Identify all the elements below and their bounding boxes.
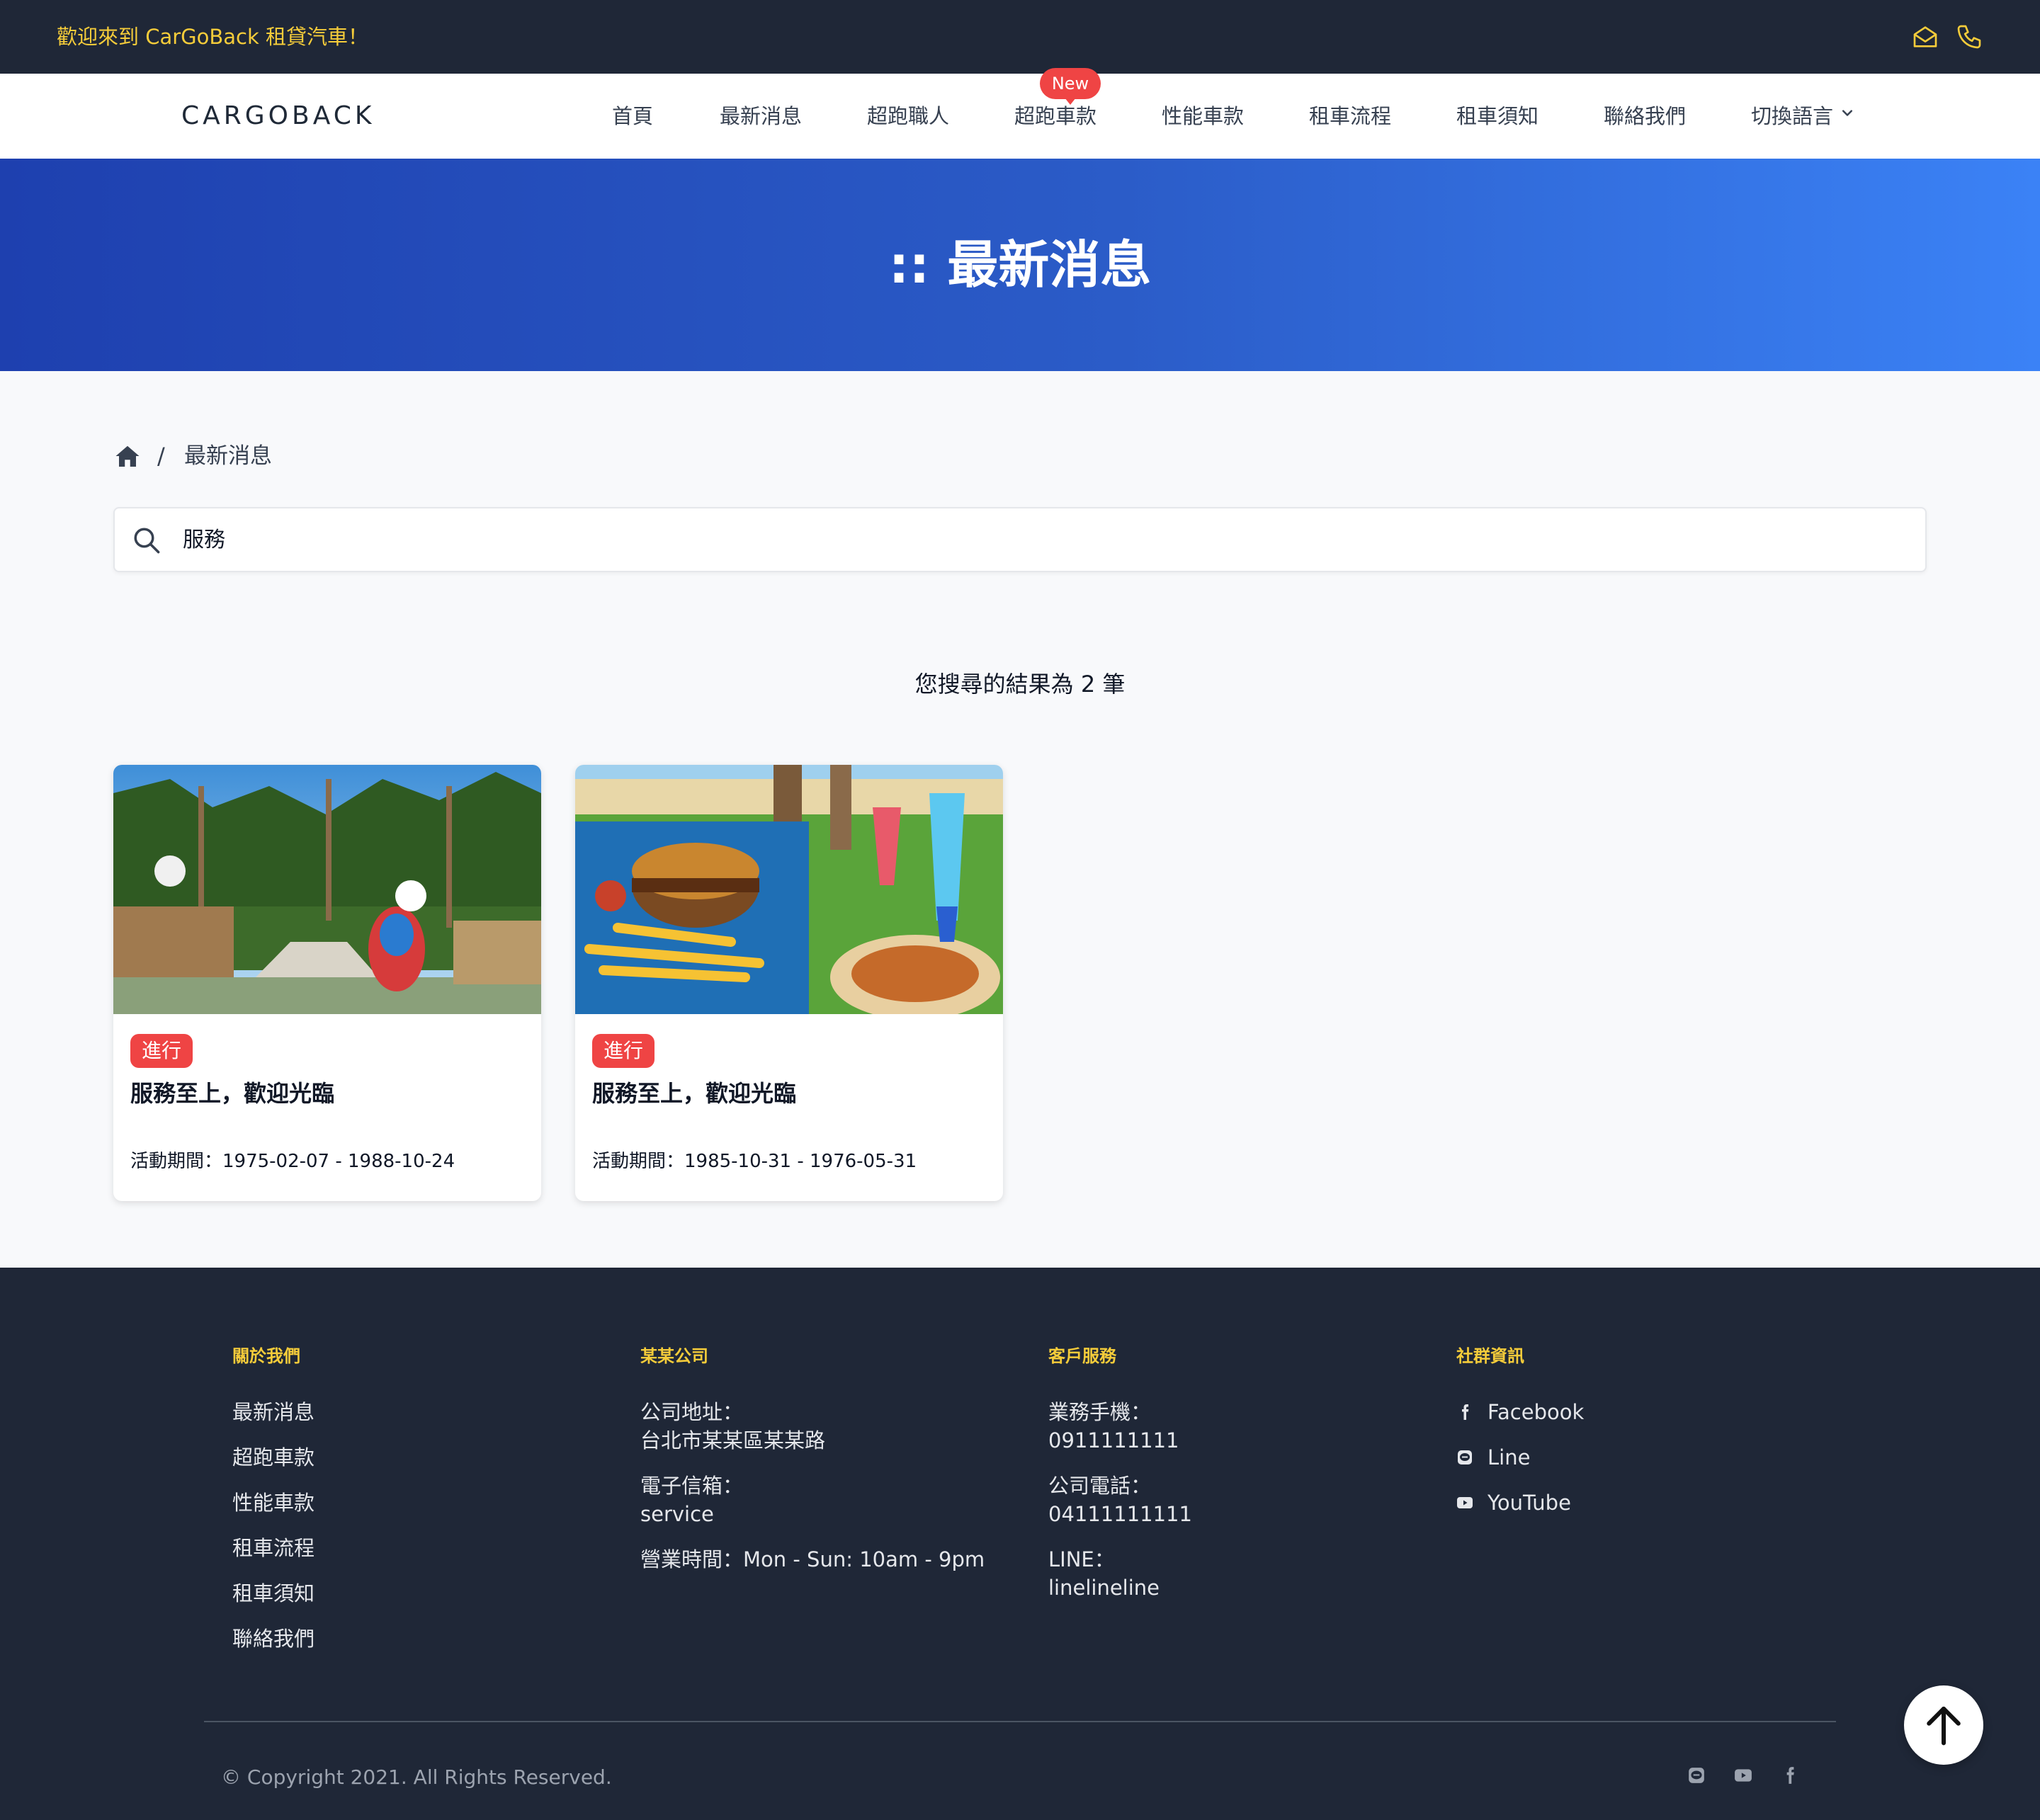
arrow-up-icon xyxy=(1927,1706,1961,1746)
new-badge: New xyxy=(1040,68,1101,105)
site-logo[interactable]: CARGOBACK xyxy=(181,101,375,132)
footer-service: 客戶服務 業務手機： 0911111111 公司電話： 04111111111 … xyxy=(1048,1346,1192,1619)
page-title: :: 最新消息 xyxy=(888,235,1152,295)
footer-heading: 社群資訊 xyxy=(1456,1346,1524,1366)
status-badge: 進行 xyxy=(130,1034,193,1068)
footer-link-notes[interactable]: 租車須知 xyxy=(232,1579,314,1608)
social-label: Facebook xyxy=(1488,1400,1585,1424)
nav-item-rental-process[interactable]: 租車流程 xyxy=(1309,102,1391,130)
nav-item-rental-notes[interactable]: 租車須知 xyxy=(1456,102,1538,130)
nav-item-supercars[interactable]: 超跑車款 xyxy=(1014,102,1096,130)
facebook-icon[interactable] xyxy=(1781,1766,1799,1785)
card-image-beach-food xyxy=(575,765,1003,1014)
email-label: 電子信箱： xyxy=(640,1474,744,1498)
line-icon[interactable] xyxy=(1687,1766,1706,1785)
youtube-icon[interactable] xyxy=(1734,1766,1752,1785)
card-title[interactable]: 服務至上，歡迎光臨 xyxy=(592,1078,796,1109)
nav-item-language[interactable]: 切換語言 xyxy=(1751,102,1833,130)
mail-icon[interactable] xyxy=(1911,23,1939,51)
status-badge: 進行 xyxy=(592,1034,655,1068)
breadcrumb-separator: / xyxy=(157,443,165,470)
phone-value[interactable]: 04111111111 xyxy=(1048,1500,1192,1528)
card-period: 活動期間：1975-02-07 - 1988-10-24 xyxy=(130,1151,455,1172)
line-icon xyxy=(1458,1450,1472,1464)
home-icon[interactable] xyxy=(115,443,140,469)
hero-banner: :: 最新消息 xyxy=(0,159,2040,371)
card-title[interactable]: 服務至上，歡迎光臨 xyxy=(130,1078,334,1109)
phone-icon[interactable] xyxy=(1955,23,1983,51)
facebook-icon xyxy=(1462,1404,1469,1420)
footer-divider xyxy=(204,1721,1836,1722)
nav-item-experts[interactable]: 超跑職人 xyxy=(867,102,949,130)
nav-item-performance-cars[interactable]: 性能車款 xyxy=(1162,102,1244,130)
social-link-facebook[interactable]: Facebook xyxy=(1456,1398,1584,1426)
service-phone: 公司電話： 04111111111 xyxy=(1048,1472,1192,1528)
line-label: LINE： xyxy=(1048,1547,1115,1571)
footer-social-icons xyxy=(1687,1766,1799,1785)
address-label: 公司地址： xyxy=(640,1400,744,1424)
footer-link-process[interactable]: 租車流程 xyxy=(232,1534,314,1562)
copyright-text: © Copyright 2021. All Rights Reserved. xyxy=(221,1765,612,1789)
mobile-label: 業務手機： xyxy=(1048,1400,1152,1424)
top-bar: 歡迎來到 CarGoBack 租貸汽車！ xyxy=(0,0,2040,74)
card-image-tropical-park xyxy=(113,765,541,1014)
search-input[interactable]: 服務 xyxy=(113,507,1927,572)
welcome-message: 歡迎來到 CarGoBack 租貸汽車！ xyxy=(57,25,368,49)
breadcrumb-current: 最新消息 xyxy=(184,443,272,469)
news-card[interactable]: 進行 服務至上，歡迎光臨 活動期間：1985-10-31 - 1976-05-3… xyxy=(575,765,1003,1201)
social-label: YouTube xyxy=(1488,1491,1571,1515)
result-summary: 您搜尋的結果為 2 筆 xyxy=(914,671,1126,698)
footer-heading: 關於我們 xyxy=(232,1346,300,1366)
footer-about: 關於我們 最新消息 超跑車款 性能車款 租車流程 租車須知 聯絡我們 xyxy=(232,1346,314,1670)
service-line: LINE： linelineline xyxy=(1048,1545,1192,1602)
search-icon xyxy=(134,528,160,554)
company-email: 電子信箱： service xyxy=(640,1472,985,1528)
email-value[interactable]: service xyxy=(640,1500,985,1528)
footer-heading: 某某公司 xyxy=(640,1346,708,1366)
footer-link-news[interactable]: 最新消息 xyxy=(232,1398,314,1426)
line-value[interactable]: linelineline xyxy=(1048,1574,1192,1602)
footer-company: 某某公司 公司地址： 台北市某某區某某路 電子信箱： service 營業時間：… xyxy=(640,1346,985,1591)
footer-link-supercars[interactable]: 超跑車款 xyxy=(232,1443,314,1472)
service-mobile: 業務手機： 0911111111 xyxy=(1048,1398,1192,1455)
back-to-top-button[interactable] xyxy=(1904,1685,1983,1765)
social-link-youtube[interactable]: YouTube xyxy=(1456,1489,1584,1517)
search-value: 服務 xyxy=(183,528,225,552)
chevron-down-icon[interactable] xyxy=(1840,106,1854,120)
address-value: 台北市某某區某某路 xyxy=(640,1428,826,1452)
nav-item-contact[interactable]: 聯絡我們 xyxy=(1604,102,1686,130)
social-link-line[interactable]: Line xyxy=(1456,1443,1584,1472)
footer-social: 社群資訊 Facebook Line YouTube xyxy=(1456,1346,1584,1534)
main-navbar: CARGOBACK 首頁 最新消息 超跑職人 超跑車款 性能車款 租車流程 租車… xyxy=(0,74,2040,159)
nav-item-home[interactable]: 首頁 xyxy=(612,102,653,130)
card-period: 活動期間：1985-10-31 - 1976-05-31 xyxy=(592,1151,917,1172)
business-hours: 營業時間：Mon - Sun: 10am - 9pm xyxy=(640,1547,985,1571)
phone-label: 公司電話： xyxy=(1048,1474,1152,1498)
footer-link-performance[interactable]: 性能車款 xyxy=(232,1489,314,1517)
footer-link-contact[interactable]: 聯絡我們 xyxy=(232,1625,314,1653)
nav-item-news[interactable]: 最新消息 xyxy=(720,102,802,130)
footer-heading: 客戶服務 xyxy=(1048,1346,1116,1366)
company-address: 公司地址： 台北市某某區某某路 xyxy=(640,1398,985,1455)
site-footer: 關於我們 最新消息 超跑車款 性能車款 租車流程 租車須知 聯絡我們 某某公司 … xyxy=(0,1268,2040,1820)
news-card[interactable]: 進行 服務至上，歡迎光臨 活動期間：1975-02-07 - 1988-10-2… xyxy=(113,765,541,1201)
social-label: Line xyxy=(1488,1445,1531,1469)
mobile-value[interactable]: 0911111111 xyxy=(1048,1426,1192,1455)
youtube-icon xyxy=(1457,1497,1473,1508)
